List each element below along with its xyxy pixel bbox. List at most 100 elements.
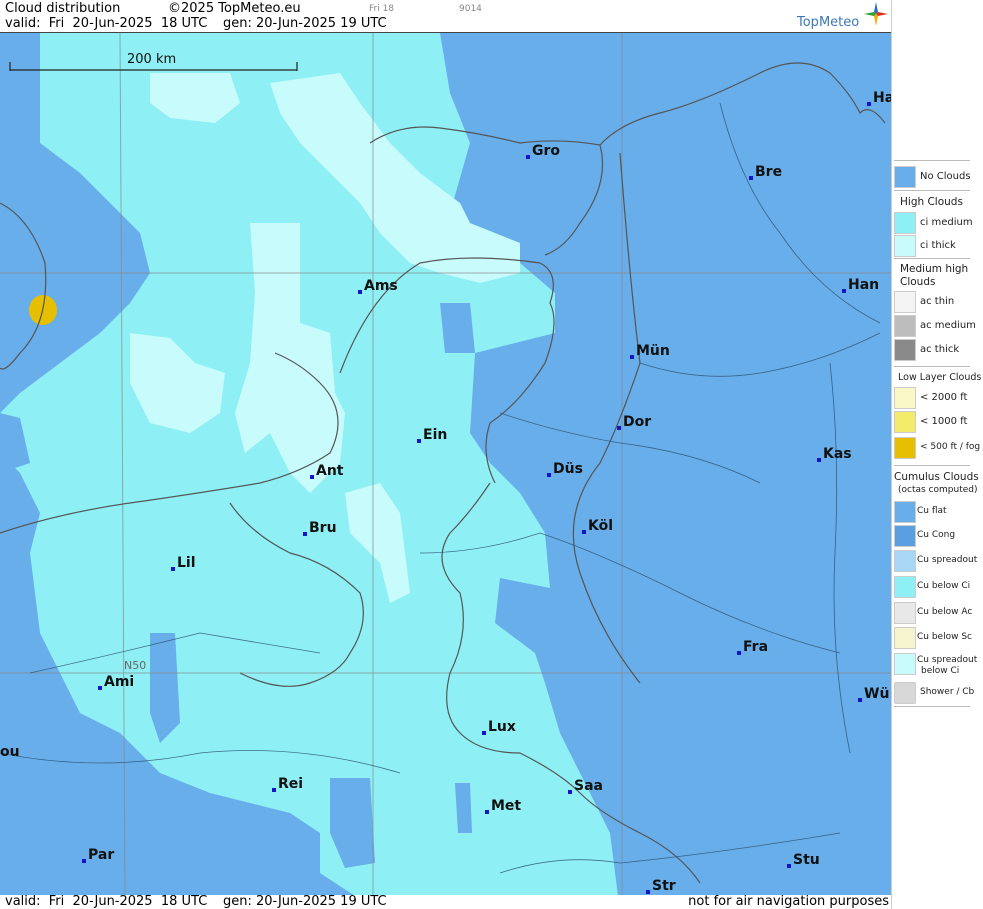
legend-swatch: [894, 291, 916, 313]
legend-lt1000: < 1000 ft: [894, 411, 982, 433]
city-dot-icon: [646, 890, 650, 894]
map-title: Cloud distribution: [5, 1, 121, 16]
city-marker[interactable]: Düs: [547, 461, 583, 477]
city-dot-icon: [171, 567, 175, 571]
city-marker[interactable]: Rei: [272, 776, 303, 792]
legend-lt500: < 500 ft / fog: [894, 437, 982, 459]
legend-swatch: [894, 653, 916, 675]
city-dot-icon: [617, 426, 621, 430]
city-marker[interactable]: Ams: [358, 278, 398, 294]
valid-time: valid: Fri 20-Jun-2025 18 UTC: [5, 16, 208, 31]
legend-swatch: [894, 682, 916, 704]
city-marker[interactable]: Gro: [526, 143, 560, 159]
city-marker[interactable]: Dor: [617, 414, 651, 430]
city-marker[interactable]: ou: [0, 744, 20, 760]
city-marker[interactable]: Han: [842, 277, 879, 293]
legend-swatch: [894, 501, 916, 523]
legend-swatch: [894, 576, 916, 598]
city-marker[interactable]: Lil: [171, 555, 196, 571]
legend-cu-cong: Cu Cong: [894, 525, 982, 547]
small-label-1: Fri 18: [369, 4, 395, 14]
city-dot-icon: [749, 176, 753, 180]
city-dot-icon: [272, 788, 276, 792]
city-marker[interactable]: Ant: [310, 463, 344, 479]
legend-swatch: [894, 339, 916, 361]
footer-generated-time: gen: 20-Jun-2025 19 UTC: [223, 894, 387, 909]
map-footer: valid: Fri 20-Jun-2025 18 UTC gen: 20-Ju…: [0, 894, 891, 909]
brand-name: TopMeteo: [797, 15, 860, 30]
city-marker[interactable]: Bre: [749, 164, 782, 180]
legend-swatch: [894, 411, 916, 433]
city-dot-icon: [358, 290, 362, 294]
city-dot-icon: [630, 355, 634, 359]
generated-time: gen: 20-Jun-2025 19 UTC: [223, 16, 387, 31]
copyright: ©2025 TopMeteo.eu: [168, 1, 301, 16]
legend-swatch: [894, 525, 916, 547]
city-dot-icon: [482, 731, 486, 735]
city-marker[interactable]: Köl: [582, 518, 613, 534]
city-dot-icon: [582, 530, 586, 534]
city-marker[interactable]: Wü: [858, 686, 889, 702]
legend-panel: No Clouds High Clouds ci medium ci thick…: [891, 0, 983, 909]
city-dot-icon: [858, 698, 862, 702]
legend-swatch: [894, 387, 916, 409]
legend-cu-below-sc: Cu below Sc: [894, 627, 982, 649]
map-header: Cloud distribution ©2025 TopMeteo.eu Fri…: [0, 0, 891, 32]
legend-swatch: [894, 315, 916, 337]
city-marker[interactable]: Stu: [787, 852, 820, 868]
city-marker[interactable]: Kas: [817, 446, 852, 462]
legend-swatch: [894, 235, 916, 257]
compass-logo-icon: [864, 2, 888, 26]
city-dot-icon: [526, 155, 530, 159]
legend-ci-thick: ci thick: [894, 235, 982, 257]
city-marker[interactable]: Par: [82, 847, 114, 863]
legend-medium-head-1: Medium high: [900, 263, 969, 275]
city-marker[interactable]: Ein: [417, 427, 447, 443]
legend-swatch: [894, 627, 916, 649]
navigation-disclaimer: not for air navigation purposes: [688, 894, 889, 909]
legend-swatch: [894, 166, 916, 188]
city-dot-icon: [547, 473, 551, 477]
legend-cu-head-2: (octas computed): [898, 485, 978, 495]
city-dot-icon: [417, 439, 421, 443]
city-marker[interactable]: Saa: [568, 778, 603, 794]
legend-medium-head-2: Clouds: [900, 276, 936, 288]
footer-valid-time: valid: Fri 20-Jun-2025 18 UTC: [5, 894, 208, 909]
city-dot-icon: [310, 475, 314, 479]
legend-cu-flat: Cu flat: [894, 501, 982, 523]
legend-lt2000: < 2000 ft: [894, 387, 982, 409]
city-marker[interactable]: Ami: [98, 674, 134, 690]
legend-ci-medium: ci medium: [894, 212, 982, 234]
legend-cu-below-ac: Cu below Ac: [894, 602, 982, 624]
city-marker[interactable]: Fra: [737, 639, 768, 655]
city-dot-icon: [817, 458, 821, 462]
city-marker[interactable]: Lux: [482, 719, 516, 735]
small-label-2: 9014: [459, 4, 482, 14]
city-marker[interactable]: Met: [485, 798, 521, 814]
legend-cu-spread-ci: Cu spreadout below Ci: [894, 653, 982, 681]
legend-cu-below-ci: Cu below Ci: [894, 576, 982, 598]
city-marker[interactable]: Ha: [867, 90, 891, 106]
legend-swatch: [894, 602, 916, 624]
legend-swatch: [894, 437, 916, 459]
legend-ac-medium: ac medium: [894, 315, 982, 337]
legend-ac-thin: ac thin: [894, 291, 982, 313]
city-dot-icon: [842, 289, 846, 293]
legend-no-clouds: No Clouds: [894, 166, 982, 188]
city-dot-icon: [568, 790, 572, 794]
legend-swatch: [894, 212, 916, 234]
latitude-label: N50: [124, 659, 147, 672]
city-marker[interactable]: Str: [646, 878, 676, 894]
city-dot-icon: [82, 859, 86, 863]
legend-ac-thick: ac thick: [894, 339, 982, 361]
city-dot-icon: [485, 810, 489, 814]
legend-low-head: Low Layer Clouds: [898, 372, 982, 383]
scale-label: 200 km: [127, 52, 177, 67]
city-dot-icon: [867, 102, 871, 106]
legend-cu-head-1: Cumulus Clouds: [894, 471, 979, 483]
city-marker[interactable]: Bru: [303, 520, 337, 536]
legend-shower: Shower / Cb: [894, 682, 982, 704]
cloud-map[interactable]: 200 km N50 Gro Bre Ha Ams Han Mün Dor Ei…: [0, 32, 891, 897]
city-dot-icon: [737, 651, 741, 655]
city-marker[interactable]: Mün: [630, 343, 670, 359]
